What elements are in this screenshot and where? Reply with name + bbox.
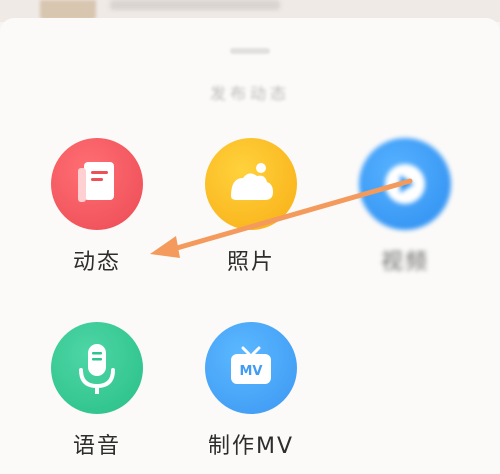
- annotation-arrow: [150, 178, 413, 258]
